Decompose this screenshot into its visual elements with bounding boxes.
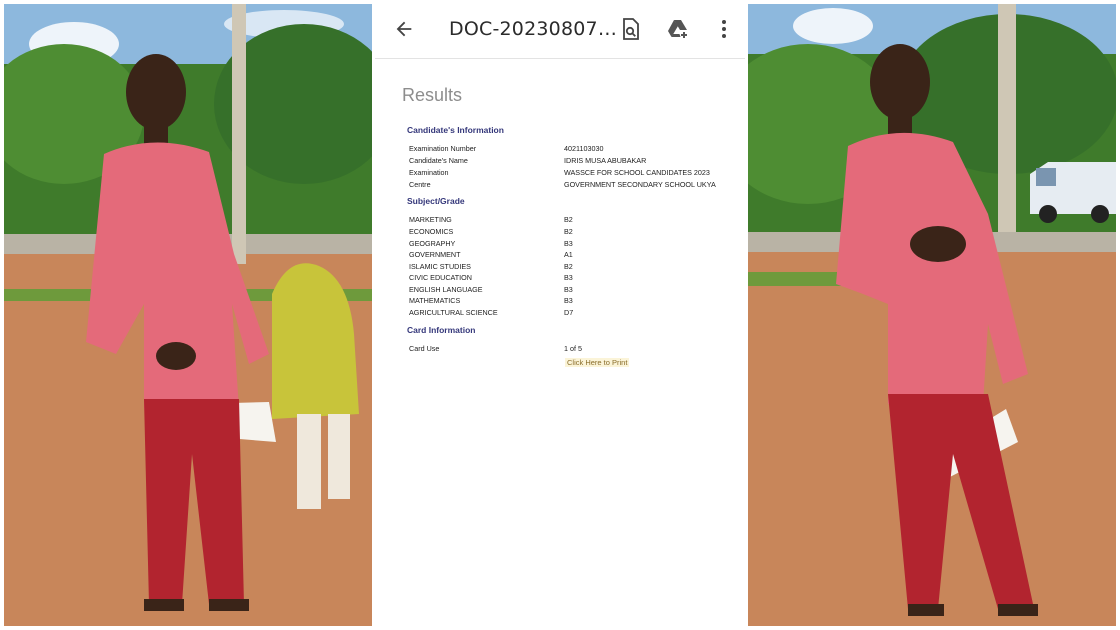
document-title: DOC-20230807… xyxy=(449,18,618,40)
more-vert-icon[interactable] xyxy=(712,17,736,41)
app-bar: DOC-20230807… xyxy=(375,0,745,59)
subject-grade: B3 xyxy=(564,239,573,248)
photo-student-with-truck xyxy=(748,4,1116,626)
print-link[interactable]: Click Here to Print xyxy=(565,358,630,367)
subject-grade: B2 xyxy=(564,227,573,236)
candidate-row: Examination WASSCE FOR SCHOOL CANDIDATES… xyxy=(409,168,729,179)
subject-name: ENGLISH LANGUAGE xyxy=(409,285,483,294)
subject-grade: B3 xyxy=(564,296,573,305)
subject-row: ISLAMIC STUDIES B2 xyxy=(409,262,729,273)
subject-row: MATHEMATICS B3 xyxy=(409,296,729,307)
photo-left xyxy=(4,4,372,626)
candidate-section-heading: Candidate's Information xyxy=(407,125,504,135)
card-row: Card Use 1 of 5 xyxy=(409,344,729,355)
subject-name: MARKETING xyxy=(409,215,452,224)
drive-add-icon[interactable] xyxy=(666,17,690,41)
subject-name: GOVERNMENT xyxy=(409,250,461,259)
results-heading: Results xyxy=(402,85,463,105)
candidate-row: Candidate's Name IDRIS MUSA ABUBAKAR xyxy=(409,156,729,167)
row-label: Card Use xyxy=(409,344,440,353)
row-label: Centre xyxy=(409,180,431,189)
row-value: 1 of 5 xyxy=(564,344,582,353)
card-section-heading: Card Information xyxy=(407,325,476,335)
candidate-row: Examination Number 4021103030 xyxy=(409,144,729,155)
subject-name: GEOGRAPHY xyxy=(409,239,456,248)
subject-name: CIVIC EDUCATION xyxy=(409,273,472,282)
row-value: GOVERNMENT SECONDARY SCHOOL UKYA xyxy=(564,180,716,189)
subject-row: CIVIC EDUCATION B3 xyxy=(409,273,729,284)
subject-grade: A1 xyxy=(564,250,573,259)
subject-grade: B2 xyxy=(564,215,573,224)
subject-row: GEOGRAPHY B3 xyxy=(409,239,729,250)
subject-grade: D7 xyxy=(564,308,574,317)
subject-grade: B3 xyxy=(564,273,573,282)
row-value: 4021103030 xyxy=(564,144,604,153)
subject-name: AGRICULTURAL SCIENCE xyxy=(409,308,498,317)
subject-name: ISLAMIC STUDIES xyxy=(409,262,471,271)
subject-row: ECONOMICS B2 xyxy=(409,227,729,238)
photo-right xyxy=(748,4,1116,626)
subject-section-heading: Subject/Grade xyxy=(407,196,465,206)
row-value: IDRIS MUSA ABUBAKAR xyxy=(564,156,647,165)
row-label: Examination Number xyxy=(409,144,477,153)
search-document-icon[interactable] xyxy=(618,17,642,41)
subject-name: MATHEMATICS xyxy=(409,296,461,305)
subject-name: ECONOMICS xyxy=(409,227,454,236)
row-value: WASSCE FOR SCHOOL CANDIDATES 2023 xyxy=(564,168,710,177)
subject-row: ENGLISH LANGUAGE B3 xyxy=(409,285,729,296)
subject-grade: B2 xyxy=(564,262,573,271)
document-viewer: DOC-20230807… Results Candidate's Inform… xyxy=(375,0,745,630)
photo-student-with-child xyxy=(4,4,372,626)
subject-row: MARKETING B2 xyxy=(409,215,729,226)
candidate-row: Centre GOVERNMENT SECONDARY SCHOOL UKYA xyxy=(409,180,729,191)
subject-grade: B3 xyxy=(564,285,573,294)
subject-row: GOVERNMENT A1 xyxy=(409,250,729,261)
row-label: Candidate's Name xyxy=(409,156,468,165)
row-label: Examination xyxy=(409,168,449,177)
subject-row: AGRICULTURAL SCIENCE D7 xyxy=(409,308,729,319)
back-arrow-icon[interactable] xyxy=(393,18,415,40)
